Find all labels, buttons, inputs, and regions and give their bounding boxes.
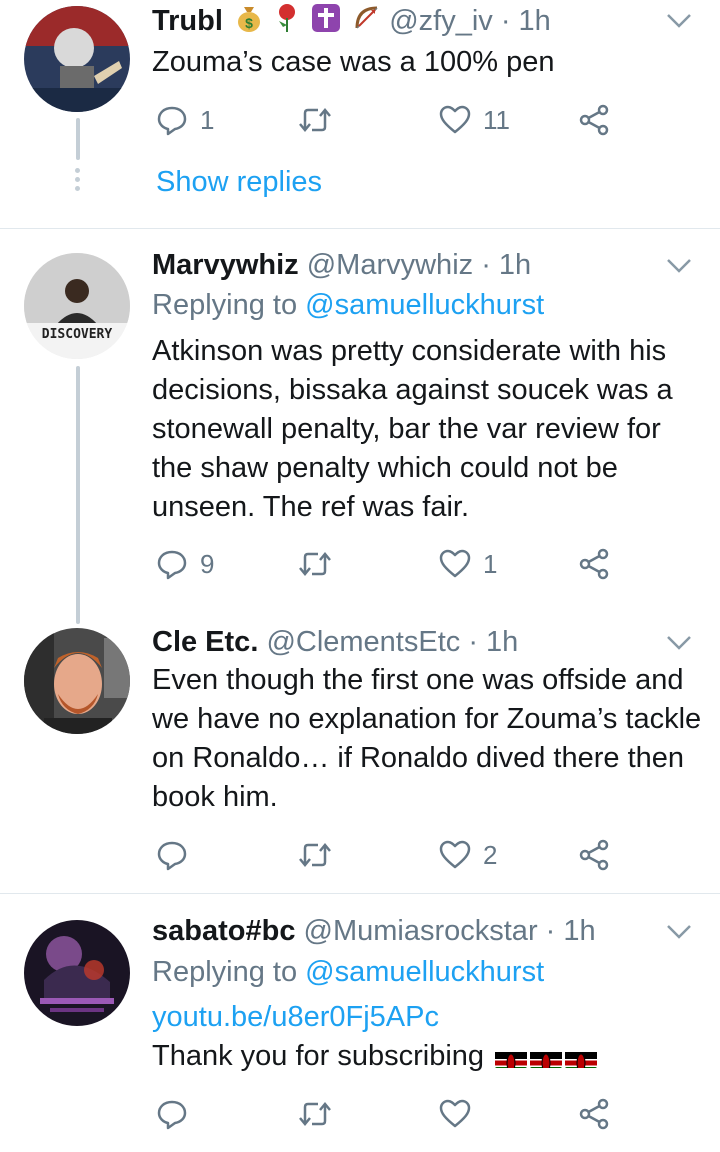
display-name[interactable]: sabato#bc [152, 915, 295, 947]
tweet-time: · 1h [500, 5, 551, 38]
money-bag-icon: $ [236, 4, 262, 41]
tweet-text: Zouma’s case was a 100% pen [152, 46, 555, 78]
like-button[interactable]: 2 [439, 835, 497, 875]
share-button[interactable] [578, 100, 610, 140]
like-button[interactable]: 1 [439, 544, 497, 584]
retweet-icon [299, 1102, 331, 1126]
like-button[interactable] [439, 1094, 483, 1134]
tweet-header: Marvywhiz @Marvywhiz · 1h [152, 247, 531, 283]
share-icon [579, 548, 609, 580]
tweet-actions: 2 [152, 835, 632, 875]
reply-button[interactable] [156, 835, 200, 875]
share-icon [579, 1098, 609, 1130]
svg-text:$: $ [245, 15, 253, 31]
like-count: 1 [483, 548, 498, 579]
tweet-actions: 1 11 [152, 100, 632, 140]
thread-dots [75, 168, 81, 195]
reply-icon [157, 841, 187, 871]
share-button[interactable] [578, 835, 610, 875]
share-icon [579, 839, 609, 871]
avatar[interactable] [24, 628, 130, 734]
retweet-button[interactable] [298, 100, 344, 140]
reply-count: 1 [200, 104, 215, 135]
tweet-time: · 1h [545, 915, 596, 947]
reply-icon [157, 1100, 187, 1130]
reply-button[interactable]: 9 [156, 544, 214, 584]
replying-to: Replying to @samuelluckhurst [152, 287, 544, 323]
tweet-mumiasrockstar[interactable]: sabato#bc @Mumiasrockstar · 1h Replying … [0, 894, 720, 1152]
tweet-header: Trubl $ @zfy_iv · 1h [152, 3, 551, 42]
like-button[interactable]: 11 [439, 100, 510, 140]
tweet-clementsetc[interactable]: Cle Etc. @ClementsEtc · 1h Even though t… [0, 624, 720, 893]
reply-button[interactable]: 1 [156, 100, 214, 140]
tweet-text: Even though the first one was offside an… [152, 664, 702, 813]
tweet-time: · 1h [481, 249, 532, 281]
tweet-actions [152, 1094, 632, 1134]
replying-to-mention[interactable]: @samuelluckhurst [305, 289, 544, 321]
tweet-header: sabato#bc @Mumiasrockstar · 1h [152, 913, 596, 949]
replying-to-label: Replying to [152, 289, 298, 321]
retweet-button[interactable] [298, 544, 344, 584]
kenya-flag-icon [495, 1046, 528, 1069]
latin-cross-icon [312, 4, 341, 41]
retweet-button[interactable] [298, 1094, 344, 1134]
rose-icon [275, 3, 299, 42]
heart-icon [439, 1099, 471, 1128]
bow-and-arrow-icon [353, 4, 381, 41]
avatar[interactable] [24, 920, 130, 1026]
user-handle[interactable]: @zfy_iv [389, 5, 493, 37]
chevron-down-icon[interactable] [666, 12, 692, 30]
kenya-flag-icon [565, 1046, 598, 1069]
tweet-marvywhiz[interactable]: DISCOVERY Marvywhiz @Marvywhiz · 1h Repl… [0, 229, 720, 624]
retweet-icon [299, 843, 331, 867]
tweet-actions: 9 1 [152, 544, 632, 584]
display-name[interactable]: Cle Etc. [152, 626, 258, 658]
tweet-text-line: Thank you for subscribing [152, 1037, 702, 1076]
tweet-time: · 1h [468, 626, 519, 658]
replying-to: Replying to @samuelluckhurst [152, 954, 544, 990]
user-handle[interactable]: @ClementsEtc [266, 626, 460, 658]
heart-icon [439, 840, 471, 869]
user-handle[interactable]: @Marvywhiz [307, 249, 473, 281]
retweet-button[interactable] [298, 835, 344, 875]
share-button[interactable] [578, 1094, 610, 1134]
thread-line [76, 118, 80, 160]
tweet-text: Atkinson was pretty considerate with his… [152, 335, 673, 523]
chevron-down-icon[interactable] [666, 257, 692, 275]
avatar[interactable]: DISCOVERY [24, 253, 130, 359]
kenya-flag-icon [530, 1046, 563, 1069]
reply-count: 9 [200, 548, 215, 579]
chevron-down-icon[interactable] [666, 634, 692, 652]
like-count: 2 [483, 839, 498, 870]
tweet-link[interactable]: youtu.be/u8er0Fj5APc [152, 998, 702, 1037]
thread-line [76, 366, 80, 624]
show-replies-link[interactable]: Show replies [156, 164, 322, 200]
tweet-header: Cle Etc. @ClementsEtc · 1h [152, 624, 518, 660]
retweet-icon [299, 552, 331, 576]
chevron-down-icon[interactable] [666, 923, 692, 941]
heart-icon [439, 549, 471, 578]
reply-button[interactable] [156, 1094, 200, 1134]
retweet-icon [299, 108, 331, 132]
reply-icon [157, 106, 187, 136]
tweet-trubl[interactable]: Trubl $ @zfy_iv · 1h Zouma’s case was a … [0, 0, 720, 228]
like-count: 11 [483, 104, 510, 135]
tweet-body: youtu.be/u8er0Fj5APc Thank you for subsc… [152, 998, 702, 1076]
display-name[interactable]: Marvywhiz [152, 249, 299, 281]
tweet-text: Thank you for subscribing [152, 1040, 485, 1072]
share-button[interactable] [578, 544, 610, 584]
user-handle[interactable]: @Mumiasrockstar [304, 915, 538, 947]
share-icon [579, 104, 609, 136]
heart-icon [439, 105, 471, 134]
display-name[interactable]: Trubl [152, 5, 223, 37]
avatar[interactable] [24, 6, 130, 112]
replying-to-mention[interactable]: @samuelluckhurst [305, 956, 544, 988]
avatar-label: DISCOVERY [42, 327, 113, 342]
reply-icon [157, 550, 187, 580]
replying-to-label: Replying to [152, 956, 298, 988]
